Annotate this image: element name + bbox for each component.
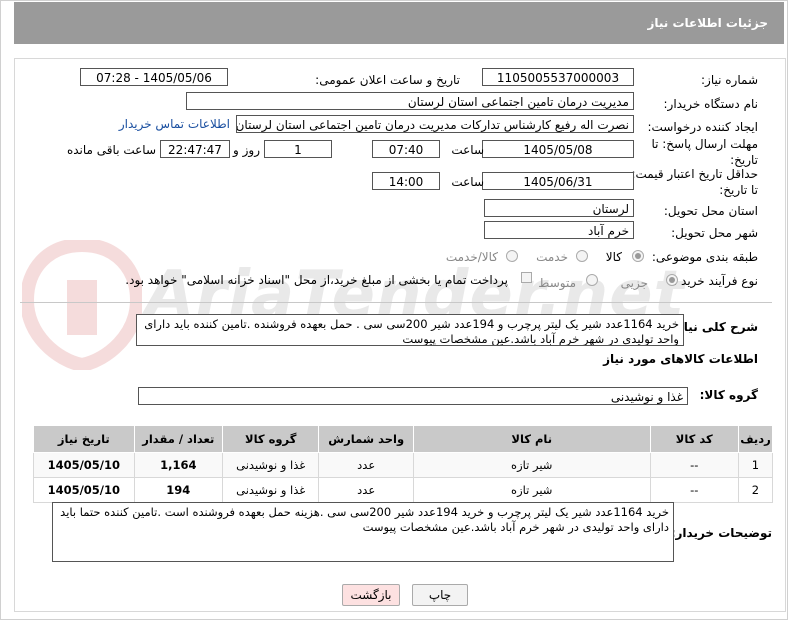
- purchase-minor-radio[interactable]: [666, 274, 678, 286]
- category-service-radio[interactable]: [576, 250, 588, 262]
- category-goods-label: کالا: [605, 250, 622, 264]
- cell-name: شیر تازه: [412, 477, 651, 503]
- cell-date: 1405/05/10: [33, 477, 135, 503]
- province-label: استان محل تحویل:: [663, 204, 758, 218]
- cell-date: 1405/05/10: [33, 452, 135, 478]
- payment-note: پرداخت تمام یا بخشی از مبلغ خرید،از محل …: [125, 273, 508, 287]
- goods-info-title: اطلاعات کالاهای مورد نیاز: [603, 352, 758, 366]
- treasury-payment-checkbox[interactable]: [521, 272, 532, 283]
- table-header-row: ردیف کد کالا نام کالا واحد شمارش گروه کا…: [33, 425, 774, 453]
- remaining-time-label: ساعت باقی مانده: [66, 143, 156, 157]
- reply-time-label: ساعت: [451, 143, 484, 157]
- summary-label: شرح کلی نیاز:: [672, 320, 758, 334]
- cell-name: شیر تازه: [412, 452, 651, 478]
- col-header-group: گروه کالا: [221, 425, 320, 453]
- category-goods-radio[interactable]: [632, 250, 644, 262]
- col-header-row-num: ردیف: [737, 425, 774, 453]
- purchase-type-label: نوع فرآیند خرید :: [673, 274, 758, 288]
- days-label: روز و: [233, 143, 260, 157]
- summary-textarea: خرید 1164عدد شیر یک لیتر پرچرب و 194عدد …: [136, 314, 684, 346]
- price-time-field: 14:00: [372, 172, 440, 190]
- price-date-field: 1405/06/31: [482, 172, 634, 190]
- category-both-label: کالا/خدمت: [445, 250, 498, 264]
- reply-deadline-label: مهلت ارسال پاسخ: تا تاریخ:: [651, 137, 758, 167]
- goods-group-label: گروه کالا:: [699, 388, 758, 402]
- requester-label: ایجاد کننده درخواست:: [647, 120, 758, 134]
- cell-code: --: [649, 452, 739, 478]
- price-time-label: ساعت: [451, 175, 484, 189]
- buyer-notes-label: توضیحات خریدار:: [670, 526, 772, 540]
- goods-table: ردیف کد کالا نام کالا واحد شمارش گروه کا…: [33, 425, 774, 503]
- col-header-quantity: تعداد / مقدار: [133, 425, 223, 453]
- cell-group: غذا و نوشیدنی: [221, 477, 320, 503]
- price-validity-label: حداقل تاریخ اعتبار قیمت: تا تاریخ:: [631, 167, 758, 197]
- table-row: 1 -- شیر تازه عدد غذا و نوشیدنی 1,164 14…: [33, 452, 774, 478]
- need-number-label: شماره نیاز:: [701, 73, 758, 87]
- reply-time-field: 07:40: [372, 140, 440, 158]
- category-service-label: خدمت: [536, 250, 568, 264]
- col-header-name: نام کالا: [412, 425, 651, 453]
- category-both-radio[interactable]: [506, 250, 518, 262]
- announce-label: تاریخ و ساعت اعلان عمومی:: [315, 73, 460, 87]
- purchase-medium-radio[interactable]: [586, 274, 598, 286]
- requester-field: نصرت اله رفیع کارشناس تدارکات مدیریت درم…: [236, 115, 634, 133]
- divider: [20, 302, 772, 303]
- reply-date-field: 1405/05/08: [482, 140, 634, 158]
- cell-unit: عدد: [318, 477, 414, 503]
- col-header-date: تاریخ نیاز: [33, 425, 135, 453]
- city-label: شهر محل تحویل:: [671, 226, 758, 240]
- contact-buyer-link[interactable]: اطلاعات تماس خریدار: [119, 117, 230, 131]
- province-field: لرستان: [484, 199, 634, 217]
- page-header: جزئیات اطلاعات نیاز: [14, 2, 784, 44]
- print-button[interactable]: چاپ: [412, 584, 468, 606]
- cell-quantity: 194: [133, 477, 223, 503]
- page-title: جزئیات اطلاعات نیاز: [647, 16, 768, 30]
- need-number-field: 1105005537000003: [482, 68, 634, 86]
- cell-row-num: 2: [737, 477, 774, 503]
- purchase-minor-label: جزیی: [620, 276, 648, 290]
- back-button[interactable]: بازگشت: [342, 584, 400, 606]
- buyer-org-label: نام دستگاه خریدار:: [663, 97, 759, 111]
- col-header-code: کد کالا: [649, 425, 739, 453]
- col-header-unit: واحد شمارش: [318, 425, 414, 453]
- remaining-time-field: 22:47:47: [160, 140, 230, 158]
- buyer-org-field: مدیریت درمان تامین اجتماعی استان لرستان: [186, 92, 634, 110]
- city-field: خرم آباد: [484, 221, 634, 239]
- cell-unit: عدد: [318, 452, 414, 478]
- buyer-notes-textarea: خرید 1164عدد شیر یک لیتر پرچرب و خرید 19…: [52, 502, 674, 562]
- category-label: طبقه بندی موضوعی:: [651, 250, 758, 264]
- days-remaining-field: 1: [264, 140, 332, 158]
- cell-quantity: 1,164: [133, 452, 223, 478]
- purchase-medium-label: متوسط: [538, 276, 576, 290]
- table-row: 2 -- شیر تازه عدد غذا و نوشیدنی 194 1405…: [33, 477, 774, 503]
- goods-group-field: غذا و نوشیدنی: [138, 387, 688, 405]
- watermark-logo-icon: [22, 240, 142, 370]
- cell-row-num: 1: [737, 452, 774, 478]
- cell-code: --: [649, 477, 739, 503]
- announce-field: 1405/05/06 - 07:28: [80, 68, 228, 86]
- cell-group: غذا و نوشیدنی: [221, 452, 320, 478]
